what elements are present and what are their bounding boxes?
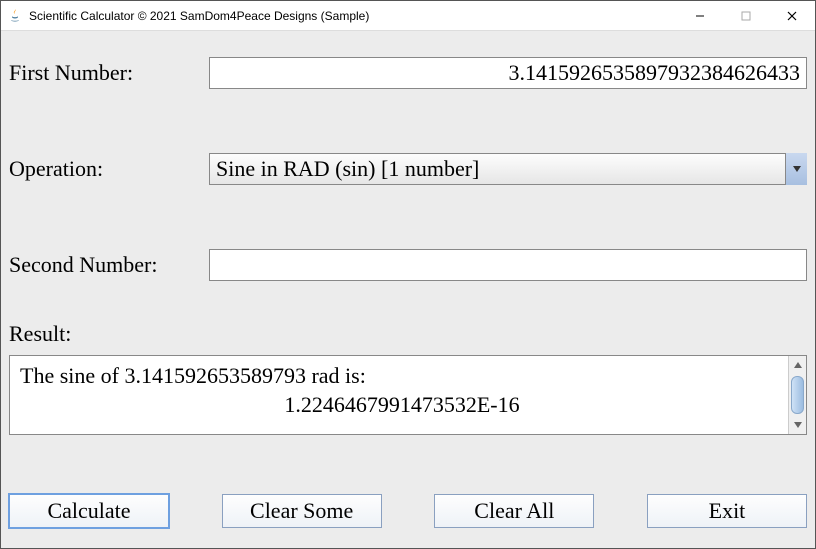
chevron-down-icon	[785, 153, 807, 185]
exit-button[interactable]: Exit	[647, 494, 807, 528]
title-bar: Scientific Calculator © 2021 SamDom4Peac…	[1, 1, 815, 31]
operation-selected-value: Sine in RAD (sin) [1 number]	[216, 156, 479, 182]
close-button[interactable]	[769, 1, 815, 30]
result-output[interactable]: The sine of 3.141592653589793 rad is: 1.…	[9, 355, 807, 435]
result-line-1: The sine of 3.141592653589793 rad is:	[20, 362, 784, 391]
minimize-button[interactable]	[677, 1, 723, 30]
second-number-row: Second Number:	[9, 249, 807, 281]
operation-select[interactable]: Sine in RAD (sin) [1 number]	[209, 153, 807, 185]
calculate-button[interactable]: Calculate	[9, 494, 169, 528]
second-number-input[interactable]	[209, 249, 807, 281]
clear-some-button[interactable]: Clear Some	[222, 494, 382, 528]
result-section: Result: The sine of 3.141592653589793 ra…	[9, 321, 807, 435]
java-icon	[7, 8, 23, 24]
second-number-label: Second Number:	[9, 252, 209, 278]
first-number-label: First Number:	[9, 60, 209, 86]
content-panel: First Number: Operation: Sine in RAD (si…	[1, 31, 815, 548]
clear-all-button[interactable]: Clear All	[434, 494, 594, 528]
result-scrollbar[interactable]	[788, 356, 806, 434]
scroll-up-icon[interactable]	[789, 356, 806, 374]
button-row: Calculate Clear Some Clear All Exit	[9, 494, 807, 528]
scroll-thumb[interactable]	[791, 376, 804, 414]
maximize-button[interactable]	[723, 1, 769, 30]
first-number-input[interactable]	[209, 57, 807, 89]
app-window: Scientific Calculator © 2021 SamDom4Peac…	[0, 0, 816, 549]
operation-label: Operation:	[9, 156, 209, 182]
window-controls	[677, 1, 815, 30]
window-title: Scientific Calculator © 2021 SamDom4Peac…	[29, 9, 677, 23]
result-label: Result:	[9, 321, 807, 347]
scroll-down-icon[interactable]	[789, 416, 806, 434]
first-number-row: First Number:	[9, 57, 807, 89]
result-line-2: 1.2246467991473532E-16	[20, 391, 784, 420]
operation-row: Operation: Sine in RAD (sin) [1 number]	[9, 153, 807, 185]
